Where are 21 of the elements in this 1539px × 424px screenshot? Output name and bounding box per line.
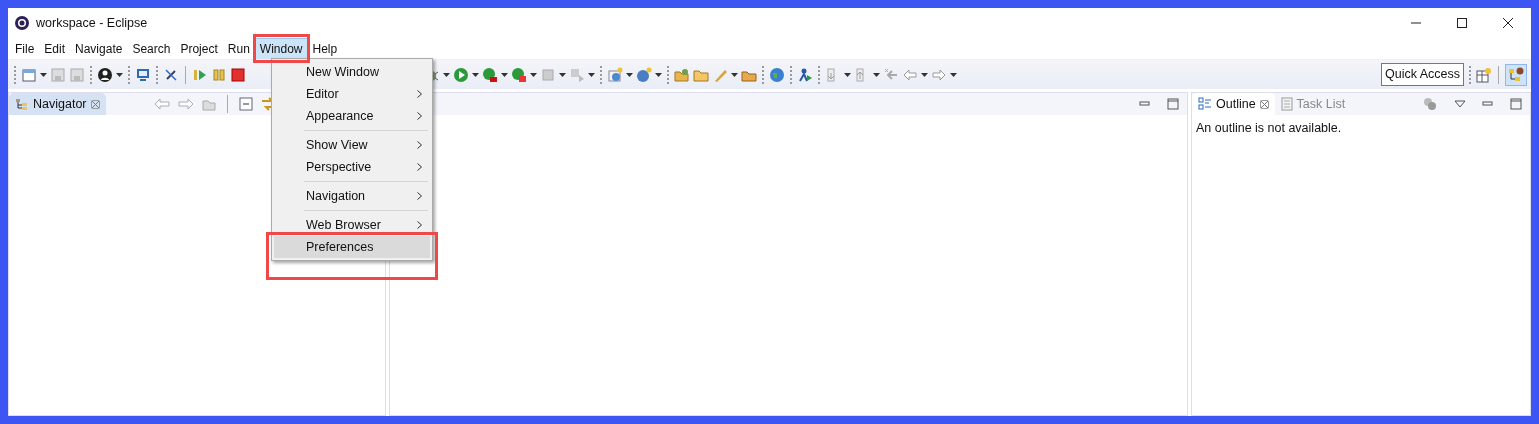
window-title: workspace - Eclipse [36,14,148,32]
menu-item[interactable]: Navigate [70,37,128,60]
menu-item[interactable]: Window [254,37,308,60]
menu-item[interactable]: Perspective [274,156,430,178]
menu-item[interactable]: Project [175,37,223,60]
menu-item[interactable]: Help [307,37,343,60]
menu-item[interactable]: New Window [274,61,430,83]
menu-item[interactable]: Appearance [274,105,430,127]
view-tab[interactable]: Outline [1192,93,1275,115]
quick-access-field[interactable]: Quick Access [1380,63,1464,86]
menu-item[interactable]: Search [127,37,176,60]
menu-item[interactable]: Web Browser [274,214,430,236]
menu-item[interactable]: Editor [274,83,430,105]
menu-item[interactable]: Run [222,37,255,60]
menu-item[interactable]: Navigation [274,185,430,207]
menu-item[interactable]: File [10,37,40,60]
menu-item[interactable]: Edit [39,37,71,60]
menu-item[interactable]: Show View [274,134,430,156]
view-tab[interactable]: Navigator [9,93,106,115]
outline-message: An outline is not available. [1195,120,1343,137]
menu-item[interactable]: Preferences [274,236,430,258]
